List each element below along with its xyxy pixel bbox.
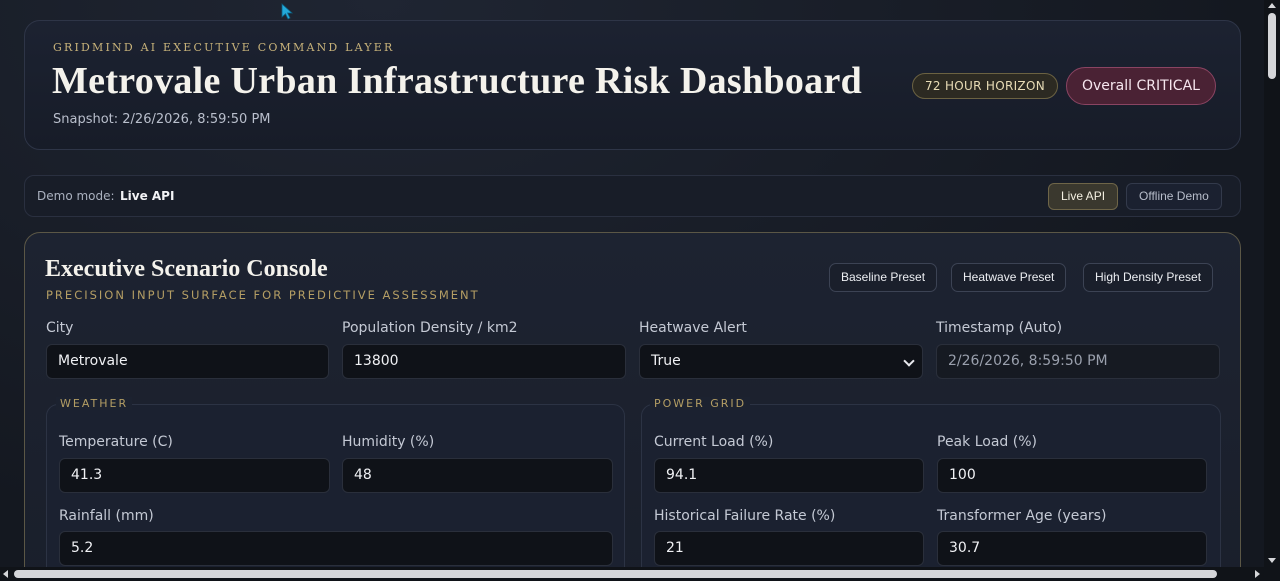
heatwave-alert-label: Heatwave Alert [639,320,747,336]
horizontal-scroll-thumb[interactable] [14,570,1217,578]
baseline-preset-button[interactable]: Baseline Preset [829,263,938,292]
peak-load-input[interactable]: 100 [937,458,1207,493]
high-density-preset-button[interactable]: High Density Preset [1083,263,1214,292]
console-subtitle: PRECISION INPUT SURFACE FOR PREDICTIVE A… [46,288,480,302]
city-input[interactable]: Metrovale [46,344,329,379]
horizon-badge: 72 HOUR HORIZON [912,73,1058,99]
heatwave-alert-select[interactable]: True [639,344,923,379]
offline-demo-toggle[interactable]: Offline Demo [1126,183,1222,210]
current-load-label: Current Load (%) [654,434,774,450]
rainfall-input[interactable]: 5.2 [59,531,613,566]
vertical-scroll-thumb[interactable] [1268,13,1276,79]
timestamp-field: 2/26/2026, 8:59:50 PM [936,344,1220,379]
console-title: Executive Scenario Console [45,256,328,282]
page-title: Metrovale Urban Infrastructure Risk Dash… [52,60,863,102]
power-grid-legend: POWER GRID [650,397,751,410]
scroll-down-arrow-icon[interactable] [1268,558,1276,563]
failure-rate-label: Historical Failure Rate (%) [654,508,836,524]
transformer-age-label: Transformer Age (years) [937,508,1107,524]
heatwave-alert-value: True [651,353,681,369]
population-density-input[interactable]: 13800 [342,344,626,379]
demo-mode-value: Live API [120,189,175,203]
scroll-up-arrow-icon[interactable] [1268,3,1276,8]
current-load-input[interactable]: 94.1 [654,458,924,493]
weather-group: WEATHER Temperature (C) 41.3 Humidity (%… [46,397,625,567]
population-density-label: Population Density / km2 [342,320,518,336]
vertical-scrollbar[interactable] [1264,0,1280,567]
mouse-cursor-icon [281,3,294,20]
scenario-console: Executive Scenario Console PRECISION INP… [24,232,1241,567]
timestamp-label: Timestamp (Auto) [936,320,1063,336]
city-label: City [46,320,74,336]
failure-rate-input[interactable]: 21 [654,531,924,566]
chevron-down-icon [903,355,915,367]
header-kicker: GRIDMIND AI EXECUTIVE COMMAND LAYER [53,41,395,54]
heatwave-preset-button[interactable]: Heatwave Preset [951,263,1067,292]
overall-status-badge: Overall CRITICAL [1066,67,1216,105]
scroll-right-arrow-icon[interactable] [1255,570,1260,578]
page-viewport: GRIDMIND AI EXECUTIVE COMMAND LAYER Metr… [0,0,1264,567]
scrollbar-corner [1264,567,1280,581]
weather-legend: WEATHER [56,397,133,410]
demo-mode-label: Demo mode: [37,189,115,203]
snapshot-timestamp: Snapshot: 2/26/2026, 8:59:50 PM [53,112,271,127]
temperature-label: Temperature (C) [59,434,173,450]
rainfall-label: Rainfall (mm) [59,508,154,524]
humidity-input[interactable]: 48 [342,458,613,493]
humidity-label: Humidity (%) [342,434,435,450]
live-api-toggle[interactable]: Live API [1048,183,1119,210]
temperature-input[interactable]: 41.3 [59,458,330,493]
horizontal-scrollbar[interactable] [0,567,1264,581]
transformer-age-input[interactable]: 30.7 [937,531,1207,566]
power-grid-group: POWER GRID Current Load (%) 94.1 Peak Lo… [641,397,1221,567]
dashboard-header: GRIDMIND AI EXECUTIVE COMMAND LAYER Metr… [24,20,1241,150]
scroll-left-arrow-icon[interactable] [3,570,8,578]
peak-load-label: Peak Load (%) [937,434,1037,450]
demo-mode-bar: Demo mode: Live API Live API Offline Dem… [24,175,1241,217]
